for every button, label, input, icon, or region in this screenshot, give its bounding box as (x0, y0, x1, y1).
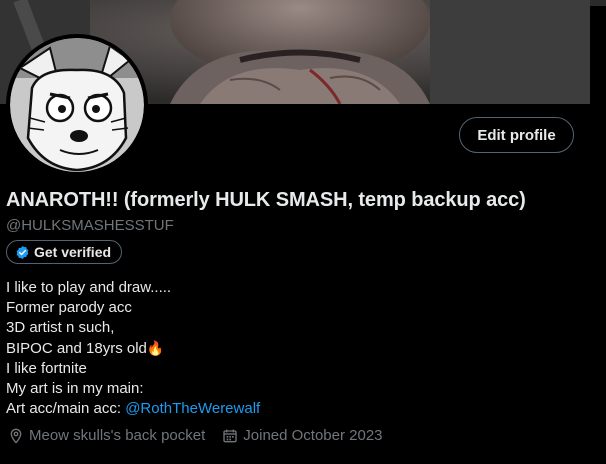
bio-line: I like to play and draw..... (6, 279, 172, 296)
bio-line: Art acc/main acc: @RothTheWerewalf (6, 399, 260, 419)
calendar-icon (223, 429, 237, 442)
bio-line: I like fortnite (6, 360, 87, 377)
location-item: Meow skulls's back pocket (8, 427, 205, 444)
bio-line-text: BIPOC and 18yrs old (6, 340, 147, 357)
get-verified-button[interactable]: Get verified (6, 240, 123, 264)
bio-line: My art is in my main: (6, 380, 144, 397)
bio-line: 3D artist n such, (6, 319, 115, 336)
profile-display-name: ANAROTH!! (formerly HULK SMASH, temp bac… (6, 189, 526, 211)
profile-bio: I like to play and draw..... Former paro… (6, 278, 260, 419)
fire-emoji-icon: 🔥 (146, 340, 165, 356)
edit-profile-button[interactable]: Edit profile (459, 117, 574, 153)
avatar[interactable] (6, 34, 148, 176)
joined-text: Joined October 2023 (243, 427, 383, 444)
profile-meta: Meow skulls's back pocket Joined October… (8, 427, 400, 444)
main-account-link[interactable]: @RothTheWerewalf (125, 400, 260, 417)
verified-badge-icon (16, 245, 29, 259)
bio-line: BIPOC and 18yrs old🔥 (6, 338, 260, 359)
joined-item: Joined October 2023 (222, 427, 383, 444)
location-text: Meow skulls's back pocket (29, 427, 206, 444)
bio-line: Former parody acc (6, 299, 132, 316)
location-pin-icon (10, 428, 22, 444)
profile-handle: @HULKSMASHESSTUF (6, 217, 174, 234)
get-verified-label: Get verified (34, 244, 112, 260)
bio-link-prefix: Art acc/main acc: (6, 400, 126, 417)
